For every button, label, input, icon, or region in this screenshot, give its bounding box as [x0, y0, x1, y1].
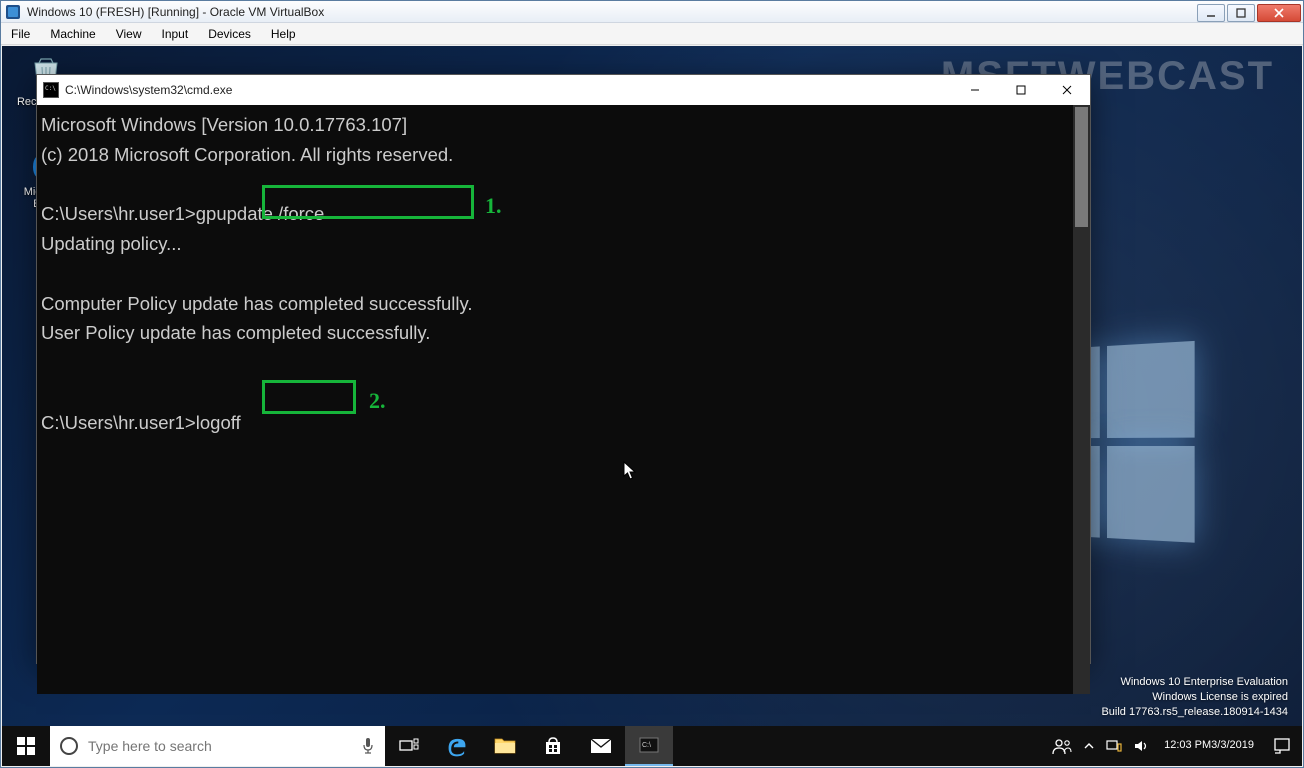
menu-devices[interactable]: Devices: [198, 25, 261, 43]
vb-title: Windows 10 (FRESH) [Running] - Oracle VM…: [25, 5, 1197, 19]
taskbar-mail-button[interactable]: [577, 726, 625, 766]
search-input[interactable]: [88, 738, 361, 754]
vb-minimize-button[interactable]: [1197, 4, 1225, 22]
system-tray: 12:03 PM 3/3/2019: [1046, 726, 1302, 766]
svg-text:C:\: C:\: [642, 742, 651, 749]
cmd-line-7: Computer Policy update has completed suc…: [41, 293, 473, 314]
cmd-line-4-cmd: gpupdate /force: [196, 203, 325, 224]
taskbar-explorer-button[interactable]: [481, 726, 529, 766]
cortana-icon: [60, 737, 78, 755]
eval-line3: Build 17763.rs5_release.180914-1434: [1101, 705, 1288, 720]
cmd-line-5: Updating policy...: [41, 233, 182, 254]
menu-machine[interactable]: Machine: [40, 25, 105, 43]
vb-maximize-button[interactable]: [1227, 4, 1255, 22]
cmd-title: C:\Windows\system32\cmd.exe: [65, 83, 952, 97]
cmd-line-11-prompt: C:\Users\hr.user1>: [41, 412, 196, 433]
eval-line1: Windows 10 Enterprise Evaluation: [1101, 675, 1288, 690]
menu-help[interactable]: Help: [261, 25, 306, 43]
action-center-button[interactable]: [1262, 726, 1302, 766]
cmd-scrollbar[interactable]: [1073, 105, 1090, 694]
cmd-client-area: Microsoft Windows [Version 10.0.17763.10…: [37, 105, 1090, 694]
vb-titlebar[interactable]: Windows 10 (FRESH) [Running] - Oracle VM…: [1, 1, 1303, 23]
tray-network-icon[interactable]: [1100, 726, 1128, 766]
annotation-label-2: 2.: [369, 384, 386, 417]
annotation-label-1: 1.: [485, 189, 502, 222]
cmd-titlebar[interactable]: C:\Windows\system32\cmd.exe: [37, 75, 1090, 105]
clock-date: 3/3/2019: [1211, 739, 1254, 752]
vb-close-button[interactable]: [1257, 4, 1301, 22]
cmd-line-8: User Policy update has completed success…: [41, 322, 430, 343]
cmd-scrollbar-thumb[interactable]: [1075, 107, 1088, 227]
cmd-output[interactable]: Microsoft Windows [Version 10.0.17763.10…: [37, 105, 1073, 694]
cmd-line-1: Microsoft Windows [Version 10.0.17763.10…: [41, 114, 407, 135]
start-button[interactable]: [2, 726, 50, 766]
vb-menubar: File Machine View Input Devices Help: [1, 23, 1303, 45]
evaluation-watermark: Windows 10 Enterprise Evaluation Windows…: [1101, 675, 1288, 720]
taskbar-cmd-button[interactable]: C:\: [625, 726, 673, 766]
virtualbox-icon: [5, 4, 21, 20]
cmd-close-button[interactable]: [1044, 75, 1090, 105]
menu-view[interactable]: View: [106, 25, 152, 43]
taskbar-edge-button[interactable]: [433, 726, 481, 766]
guest-desktop: MSFTWEBCAST Recycle Bin Microsoft Edge W…: [2, 46, 1302, 766]
tray-volume-icon[interactable]: [1128, 726, 1156, 766]
menu-file[interactable]: File: [1, 25, 40, 43]
people-button[interactable]: [1046, 726, 1078, 766]
taskbar-clock[interactable]: 12:03 PM 3/3/2019: [1156, 726, 1262, 766]
eval-line2: Windows License is expired: [1101, 690, 1288, 705]
clock-time: 12:03 PM: [1164, 739, 1211, 752]
mic-icon[interactable]: [361, 737, 375, 755]
task-view-button[interactable]: [385, 726, 433, 766]
taskbar-store-button[interactable]: [529, 726, 577, 766]
cmd-line-2: (c) 2018 Microsoft Corporation. All righ…: [41, 144, 453, 165]
menu-input[interactable]: Input: [152, 25, 199, 43]
cmd-window[interactable]: C:\Windows\system32\cmd.exe Microsoft Wi…: [36, 74, 1091, 664]
tray-overflow-button[interactable]: [1078, 726, 1100, 766]
virtualbox-window: Windows 10 (FRESH) [Running] - Oracle VM…: [0, 0, 1304, 768]
cmd-line-4-prompt: C:\Users\hr.user1>: [41, 203, 196, 224]
cmd-maximize-button[interactable]: [998, 75, 1044, 105]
cmd-icon: [43, 82, 59, 98]
taskbar: C:\ 12:03 PM 3/3/2019: [2, 726, 1302, 766]
cmd-line-11-cmd: logoff: [196, 412, 241, 433]
taskbar-search[interactable]: [50, 726, 385, 766]
mouse-cursor-icon: [623, 405, 637, 425]
cmd-minimize-button[interactable]: [952, 75, 998, 105]
annotation-box-2: [262, 380, 356, 414]
